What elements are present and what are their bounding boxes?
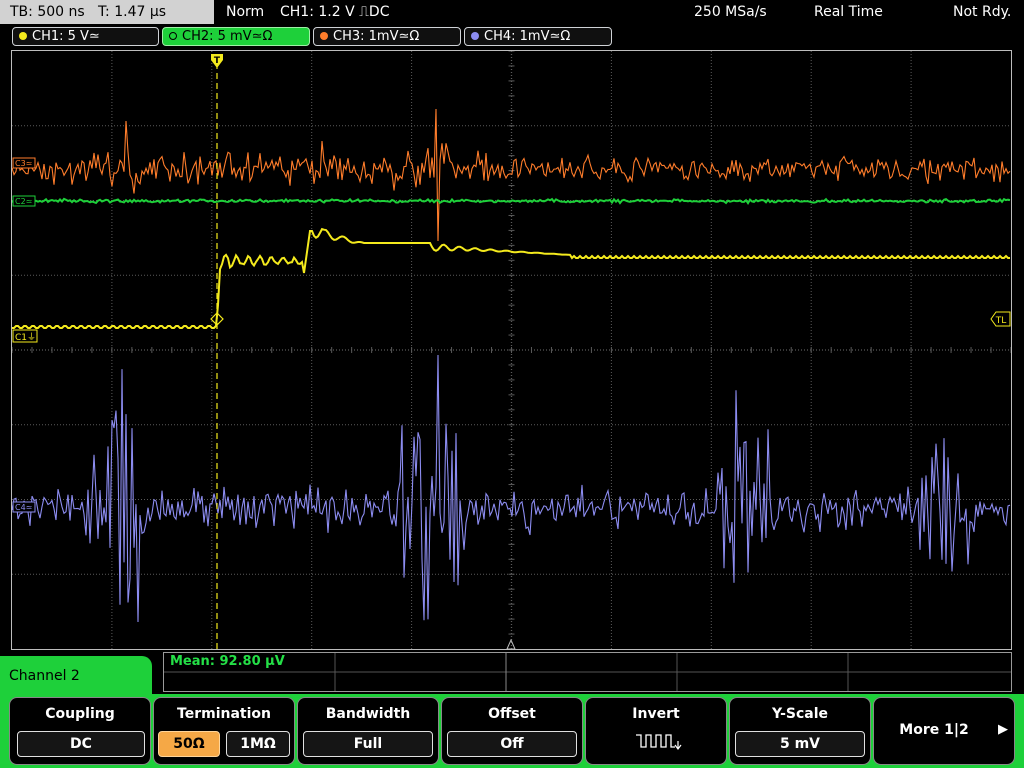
ch3-tab-label: CH3: 1mV≃Ω — [333, 29, 420, 44]
invert-waveform-icon — [636, 734, 682, 750]
termination-button[interactable]: Termination 50Ω 1MΩ — [153, 697, 295, 765]
time-reference-icon — [506, 638, 516, 649]
ch1-ref-label: C1⏚ — [15, 332, 36, 343]
tab-ch1[interactable]: CH1: 5 V≃ — [12, 27, 159, 46]
mean-measurement[interactable]: Mean: 92.80 µV — [170, 654, 285, 669]
ch2-waveform — [12, 197, 1011, 205]
ch2-ref-marker[interactable]: C2≃ — [12, 195, 36, 207]
waveform-canvas[interactable]: T TL C1⏚ C2≃ C3≃ C4≃ — [12, 51, 1011, 649]
sample-rate: 250 MSa/s — [694, 4, 767, 20]
y-scale-button[interactable]: Y-Scale 5 mV — [729, 697, 871, 765]
more-menu-button[interactable]: More 1|2 ▶ — [873, 697, 1015, 765]
trigger-time-label: T: 1.47 µs — [98, 4, 167, 20]
ch1-ref-marker[interactable]: C1⏚ — [12, 329, 38, 343]
ch3-dot-icon — [320, 32, 328, 40]
tab-ch4[interactable]: CH4: 1mV≃Ω — [464, 27, 612, 46]
measurement-panel: Mean: 92.80 µV — [163, 652, 1012, 692]
ch1-tab-label: CH1: 5 V≃ — [32, 29, 100, 44]
trigger-top-label: T — [214, 56, 221, 66]
y-scale-title: Y-Scale — [771, 706, 828, 722]
bandwidth-button[interactable]: Bandwidth Full — [297, 697, 439, 765]
termination-title: Termination — [177, 706, 271, 722]
trigger-setting[interactable]: CH1: 1.2 V ⎍DC — [280, 0, 389, 24]
trigger-mode[interactable]: Norm — [226, 0, 264, 24]
invert-title: Invert — [632, 706, 680, 722]
offset-button[interactable]: Offset Off — [441, 697, 583, 765]
ch2-dot-icon — [169, 32, 177, 40]
ch4-ref-marker[interactable]: C4≃ — [12, 501, 36, 513]
coupling-value[interactable]: DC — [17, 731, 145, 757]
offset-value[interactable]: Off — [447, 731, 577, 757]
ch4-dot-icon — [471, 32, 479, 40]
grid-lines — [12, 51, 1011, 649]
chevron-right-icon: ▶ — [998, 722, 1008, 737]
tab-ch3[interactable]: CH3: 1mV≃Ω — [313, 27, 461, 46]
y-scale-value[interactable]: 5 mV — [735, 731, 865, 757]
channel-tabs: CH1: 5 V≃ CH2: 5 mV≃Ω CH3: 1mV≃Ω CH4: 1m… — [0, 26, 1024, 48]
invert-button[interactable]: Invert — [585, 697, 727, 765]
timebase-box[interactable]: TB: 500 ns T: 1.47 µs — [0, 0, 214, 24]
ch4-tab-label: CH4: 1mV≃Ω — [484, 29, 571, 44]
timebase-label: TB: 500 ns — [10, 4, 85, 20]
offset-title: Offset — [488, 706, 536, 722]
menu-title: Channel 2 — [0, 656, 152, 696]
ch1-dot-icon — [19, 32, 27, 40]
acquisition-mode: Real Time — [814, 4, 883, 20]
ch4-ref-label: C4≃ — [15, 503, 32, 512]
trigger-level-label: TL — [995, 316, 1007, 326]
more-title: More 1|2 — [899, 722, 969, 738]
coupling-title: Coupling — [45, 706, 115, 722]
tab-ch2[interactable]: CH2: 5 mV≃Ω — [162, 27, 310, 46]
termination-1mohm-option[interactable]: 1MΩ — [226, 731, 290, 757]
ch2-tab-label: CH2: 5 mV≃Ω — [182, 29, 273, 44]
status-bar: TB: 500 ns T: 1.47 µs Norm CH1: 1.2 V ⎍D… — [0, 0, 1024, 24]
termination-50ohm-option[interactable]: 50Ω — [158, 731, 220, 757]
acquisition-status: Not Rdy. — [953, 4, 1012, 20]
ch2-ref-label: C2≃ — [15, 197, 32, 206]
trigger-level-marker[interactable]: TL — [990, 311, 1011, 327]
bandwidth-value[interactable]: Full — [303, 731, 433, 757]
ch3-ref-marker[interactable]: C3≃ — [12, 157, 36, 169]
ch3-ref-label: C3≃ — [15, 159, 32, 168]
coupling-button[interactable]: Coupling DC — [9, 697, 151, 765]
bandwidth-title: Bandwidth — [325, 706, 411, 722]
